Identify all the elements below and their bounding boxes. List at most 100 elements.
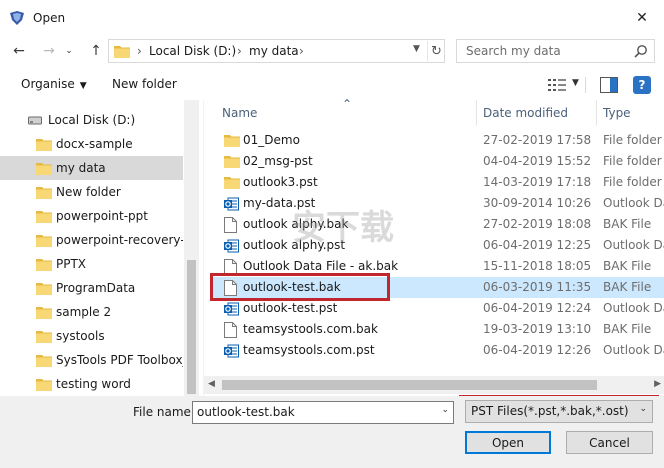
nav-item-folder[interactable]: ProgramData bbox=[0, 276, 183, 300]
chevron-down-icon: ⌄ bbox=[639, 404, 647, 414]
sort-ascending-icon: ⌃ bbox=[342, 97, 353, 111]
address-dropdown-icon[interactable]: ▼ bbox=[413, 44, 425, 54]
nav-item-label: powerpoint-recovery-pp bbox=[56, 233, 183, 247]
horizontal-scrollbar[interactable]: ◀ ▶ bbox=[204, 376, 664, 394]
scroll-right-icon[interactable]: ▶ bbox=[654, 379, 661, 389]
search-input[interactable]: Search my data bbox=[456, 39, 655, 63]
file-row[interactable]: outlook3.pst 14-03-2019 17:18 File folder bbox=[210, 172, 664, 193]
help-icon[interactable]: ? bbox=[633, 76, 651, 94]
file-type-filter-select[interactable]: PST Files(*.pst,*.bak,*.ost) ⌄ bbox=[465, 400, 653, 423]
nav-item-label: Local Disk (D:) bbox=[48, 113, 136, 127]
folder-icon bbox=[224, 175, 240, 192]
file-row[interactable]: teamsystools.com.bak 19-03-2019 13:10 BAK … bbox=[210, 319, 664, 340]
file-name-input[interactable]: outlook-test.bak ⌄ bbox=[192, 401, 454, 424]
up-button[interactable]: ↑ bbox=[87, 42, 105, 60]
file-type-filter-value: PST Files(*.pst,*.bak,*.ost) bbox=[471, 404, 629, 418]
file-type: BAK File bbox=[603, 259, 652, 273]
file-name: outlook alphy.pst bbox=[243, 238, 346, 252]
chevron-down-icon[interactable]: ⌄ bbox=[441, 405, 449, 415]
file-type: Outlook Data File bbox=[603, 301, 664, 315]
file-row[interactable]: teamsystools.com.pst 06-04-2019 12:26 Outl… bbox=[210, 340, 664, 361]
open-button[interactable]: Open bbox=[465, 431, 551, 454]
breadcrumb-local-disk[interactable]: Local Disk (D:) bbox=[149, 44, 236, 58]
file-row[interactable]: outlook alphy.pst 06-04-2019 12:25 Outlook… bbox=[210, 235, 664, 256]
refresh-icon: ↻ bbox=[431, 43, 442, 59]
file-date-modified: 27-02-2019 18:08 bbox=[483, 217, 592, 231]
folder-icon bbox=[36, 377, 52, 394]
folder-icon bbox=[36, 257, 52, 274]
nav-item-label: ProgramData bbox=[56, 281, 136, 295]
back-button[interactable]: ← bbox=[10, 42, 28, 60]
nav-item-local-disk[interactable]: Local Disk (D:) bbox=[0, 108, 183, 132]
refresh-button[interactable]: ↻ bbox=[427, 41, 445, 61]
file-name: my-data.pst bbox=[243, 196, 316, 210]
breadcrumb-my-data[interactable]: my data bbox=[249, 44, 299, 58]
scroll-left-icon[interactable]: ◀ bbox=[208, 379, 215, 389]
recent-locations-button[interactable]: ⌄ bbox=[60, 42, 78, 60]
file-row[interactable]: outlook alphy.bak 27-02-2019 18:08 BAK Fil… bbox=[210, 214, 664, 235]
nav-item-folder[interactable]: docx-sample bbox=[0, 132, 183, 156]
file-type: Outlook Data File bbox=[603, 343, 664, 357]
column-header-type[interactable]: Type bbox=[597, 100, 664, 126]
file-row[interactable]: outlook-test.pst 06-04-2019 12:24 Outlook … bbox=[210, 298, 664, 319]
file-row[interactable]: 02_msg-pst 04-04-2019 15:52 File folder bbox=[210, 151, 664, 172]
nav-item-folder[interactable]: my data bbox=[0, 156, 183, 180]
column-header-label: Type bbox=[603, 106, 631, 120]
view-options-dropdown[interactable]: ▼ bbox=[572, 78, 579, 88]
arrow-right-icon: → bbox=[43, 43, 55, 59]
column-header-name[interactable]: ⌃ Name bbox=[204, 97, 476, 126]
column-header-label: Name bbox=[222, 106, 258, 120]
close-button[interactable]: ✕ bbox=[620, 0, 664, 36]
file-date-modified: 06-04-2019 12:24 bbox=[483, 301, 592, 315]
file-name-value: outlook-test.bak bbox=[197, 405, 295, 419]
file-date-modified: 30-09-2014 10:26 bbox=[483, 196, 592, 210]
nav-item-label: PPTX bbox=[56, 257, 87, 271]
column-header-date[interactable]: Date modified bbox=[477, 100, 595, 126]
new-folder-button[interactable]: New folder bbox=[112, 77, 177, 91]
file-row[interactable]: 01_Demo 27-02-2019 17:58 File folder bbox=[210, 130, 664, 151]
nav-item-folder[interactable]: powerpoint-recovery-pp bbox=[0, 228, 183, 252]
file-date-modified: 27-02-2019 17:58 bbox=[483, 133, 592, 147]
nav-scrollbar[interactable] bbox=[184, 100, 199, 396]
drive-icon bbox=[28, 116, 42, 125]
outlook-file-icon bbox=[224, 343, 239, 362]
nav-item-folder[interactable]: systools bbox=[0, 324, 183, 348]
file-row[interactable]: my-data.pst 30-09-2014 10:26 Outlook Data … bbox=[210, 193, 664, 214]
nav-item-folder[interactable]: testing word bbox=[0, 372, 183, 396]
nav-item-folder[interactable]: powerpoint-ppt bbox=[0, 204, 183, 228]
folder-icon bbox=[36, 209, 52, 226]
file-date-modified: 06-04-2019 12:25 bbox=[483, 238, 592, 252]
cancel-button[interactable]: Cancel bbox=[566, 431, 653, 454]
nav-item-label: my data bbox=[56, 161, 106, 175]
nav-item-folder[interactable]: sample 2 bbox=[0, 300, 183, 324]
forward-button[interactable]: → bbox=[40, 42, 58, 60]
nav-scrollbar-thumb[interactable] bbox=[187, 260, 196, 394]
file-name-label: File name: bbox=[133, 405, 195, 419]
view-details-icon[interactable] bbox=[548, 79, 566, 91]
caret-down-icon: ▼ bbox=[79, 81, 87, 91]
file-name: outlook3.pst bbox=[243, 175, 318, 189]
nav-item-label: docx-sample bbox=[56, 137, 133, 151]
file-date-modified: 06-04-2019 12:26 bbox=[483, 343, 592, 357]
arrow-left-icon: ← bbox=[13, 43, 25, 59]
nav-item-folder[interactable]: PPTX bbox=[0, 252, 183, 276]
file-name: teamsystools.com.pst bbox=[243, 343, 375, 357]
folder-icon bbox=[224, 133, 240, 150]
nav-item-folder[interactable]: New folder bbox=[0, 180, 183, 204]
organise-button[interactable]: Organise ▼ bbox=[21, 77, 87, 91]
navigation-bar: ← → ⌄ ↑ › Local Disk (D:) › my data › ▼ … bbox=[0, 36, 664, 66]
nav-item-folder[interactable]: SysTools PDF Toolbox_2 bbox=[0, 348, 183, 372]
arrow-up-icon: ↑ bbox=[90, 43, 102, 59]
horizontal-scrollbar-thumb[interactable] bbox=[222, 380, 597, 390]
folder-icon bbox=[36, 281, 52, 298]
file-type: File folder bbox=[603, 175, 662, 189]
address-bar[interactable]: › Local Disk (D:) › my data › ▼ ↻ bbox=[108, 39, 445, 63]
outlook-file-icon bbox=[224, 238, 239, 257]
file-date-modified: 06-03-2019 11:35 bbox=[483, 280, 592, 294]
file-name: teamsystools.com.bak bbox=[243, 322, 378, 336]
file-name: outlook-test.pst bbox=[243, 301, 338, 315]
preview-pane-icon[interactable] bbox=[600, 77, 618, 93]
file-date-modified: 19-03-2019 13:10 bbox=[483, 322, 592, 336]
app-shield-icon bbox=[10, 11, 24, 25]
toolbar-divider bbox=[585, 77, 586, 93]
